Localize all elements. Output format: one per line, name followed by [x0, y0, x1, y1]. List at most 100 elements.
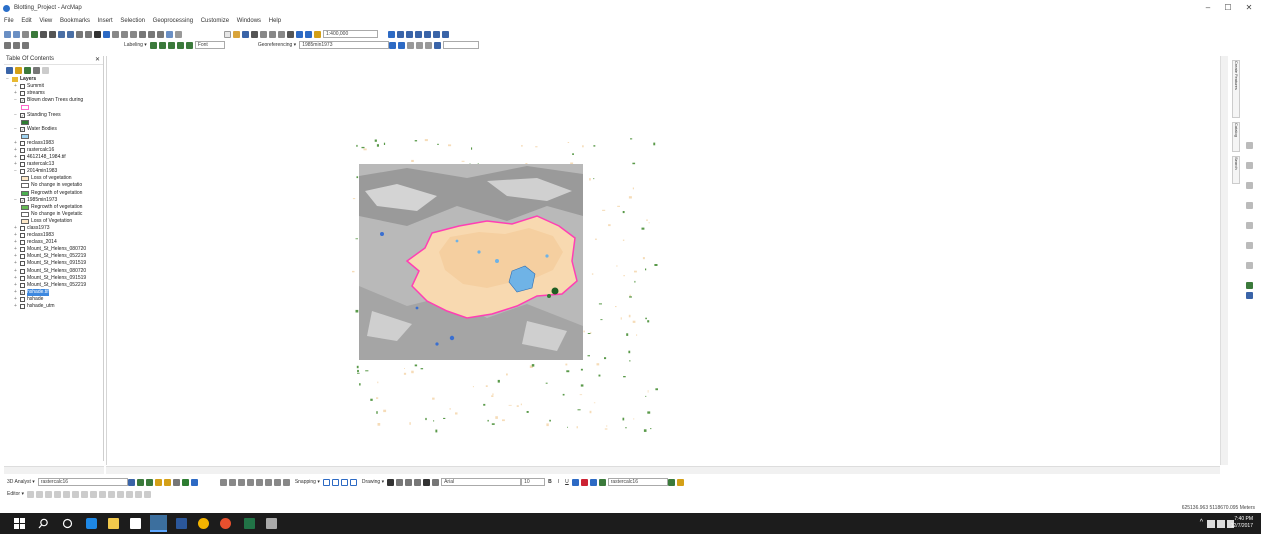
trace-icon[interactable] — [62, 490, 70, 498]
lock-labels-icon[interactable] — [176, 41, 184, 49]
layer-visibility-checkbox[interactable]: ✓ — [20, 197, 25, 203]
arcglobe-icon[interactable] — [190, 478, 198, 486]
layer-visibility-checkbox[interactable]: ✓ — [20, 289, 25, 295]
model-builder-icon[interactable] — [442, 30, 449, 38]
edit-vertices-icon[interactable] — [432, 478, 440, 486]
legend-class-row[interactable]: No change in vegetatio — [4, 182, 103, 189]
text-tool-icon[interactable] — [423, 478, 431, 486]
menu-help[interactable]: Help — [269, 18, 281, 24]
undo-icon[interactable] — [296, 30, 303, 38]
expand-icon[interactable]: + — [13, 83, 18, 90]
layer-row[interactable]: − ✓ Standing Trees — [4, 111, 103, 118]
grid-tool-icon-8[interactable] — [282, 478, 290, 486]
legend-class-row[interactable]: Loss of vegetation — [4, 175, 103, 182]
legend-class-row[interactable] — [4, 133, 103, 140]
menu-view[interactable]: View — [39, 18, 52, 24]
profile-graph-icon[interactable] — [172, 478, 180, 486]
layer-visibility-checkbox[interactable] — [20, 261, 25, 267]
layer-visibility-checkbox[interactable] — [20, 275, 25, 281]
add-control-points-icon[interactable] — [407, 41, 415, 49]
end-point-arc-icon[interactable] — [53, 490, 61, 498]
find-icon[interactable] — [139, 30, 146, 38]
catalog-tab[interactable]: Catalog — [1232, 122, 1240, 152]
select-elements-drawing-icon[interactable] — [387, 478, 395, 486]
layer-row[interactable]: + Summit — [4, 83, 103, 90]
python-window-icon[interactable] — [433, 30, 440, 38]
reshape-icon[interactable] — [89, 490, 97, 498]
layout-pan-icon[interactable] — [22, 41, 29, 49]
layer-visibility-checkbox[interactable] — [20, 226, 25, 232]
fixed-zoom-in-icon[interactable] — [40, 30, 47, 38]
excel-icon[interactable] — [244, 518, 255, 529]
map-vertical-scrollbar[interactable] — [1220, 56, 1228, 465]
layer-row[interactable]: + rastercalc13 — [4, 161, 103, 168]
measure-icon[interactable] — [130, 30, 137, 38]
expand-icon[interactable]: + — [13, 154, 18, 161]
layer-visibility-checkbox[interactable]: ✓ — [20, 112, 25, 118]
layer-row[interactable]: − ✓ Water Bodies — [4, 126, 103, 133]
layer-visibility-checkbox[interactable] — [20, 282, 25, 288]
point-icon[interactable] — [71, 490, 79, 498]
menu-bookmarks[interactable]: Bookmarks — [60, 18, 90, 24]
fixed-zoom-out-icon[interactable] — [49, 30, 56, 38]
layer-row[interactable]: + ✓ hshade.tif — [4, 288, 103, 296]
snapping-menu[interactable]: Snapping ▾ — [295, 479, 320, 485]
layer-row[interactable]: + reclass1983 — [4, 140, 103, 147]
layer-visibility-checkbox[interactable]: ✓ — [20, 126, 25, 132]
new-document-icon[interactable] — [224, 30, 231, 38]
layer-row[interactable]: + reclass_2014 — [4, 239, 103, 246]
collapse-icon[interactable]: − — [13, 168, 18, 175]
point-snapping-icon[interactable] — [322, 478, 330, 486]
layer-visibility-checkbox[interactable] — [20, 233, 25, 239]
georeferencing-menu[interactable]: Georeferencing ▾ — [258, 42, 296, 48]
clock[interactable]: 7:40 PM 12/7/2017 — [1231, 516, 1253, 530]
steepest-path-icon[interactable] — [136, 478, 144, 486]
split-icon[interactable] — [107, 490, 115, 498]
grid-tool-icon-1[interactable] — [219, 478, 227, 486]
volume-icon[interactable] — [1217, 520, 1225, 528]
layer-row[interactable]: + Mount_St_Helens_091519 — [4, 275, 103, 282]
identify-icon[interactable] — [103, 30, 110, 38]
map-horizontal-scrollbar[interactable] — [106, 466, 1220, 474]
rectangle-tool-icon[interactable] — [414, 478, 422, 486]
dock-tool-icon-4[interactable] — [1246, 202, 1253, 209]
layer-row[interactable]: + Mount_St_Helens_052219 — [4, 282, 103, 289]
layer-visibility-checkbox[interactable] — [20, 304, 25, 310]
open-icon[interactable] — [233, 30, 240, 38]
layer-visibility-checkbox[interactable] — [20, 162, 25, 168]
search-icon[interactable] — [38, 518, 49, 529]
cortana-icon[interactable] — [62, 518, 73, 529]
cut-icon[interactable] — [260, 30, 267, 38]
layer-row[interactable]: − ✓ 1985min1973 — [4, 197, 103, 204]
word-icon[interactable] — [176, 518, 187, 529]
list-by-selection-icon[interactable] — [33, 66, 40, 74]
layer-visibility-checkbox[interactable] — [20, 247, 25, 253]
find-route-icon[interactable] — [148, 30, 155, 38]
contour-icon[interactable] — [127, 478, 135, 486]
view-link-table-icon[interactable] — [416, 41, 424, 49]
layer-row[interactable]: + Mount_St_Helens_080720 — [4, 268, 103, 275]
expand-icon[interactable]: + — [13, 140, 18, 147]
select-elements-icon[interactable] — [94, 30, 101, 38]
fill-color-icon[interactable] — [580, 478, 588, 486]
layer-visibility-checkbox[interactable] — [20, 140, 25, 146]
effects-layer-select[interactable]: rastercalc16 — [607, 478, 668, 486]
edge-snapping-icon[interactable] — [349, 478, 357, 486]
font-color-icon[interactable] — [571, 478, 579, 486]
zoom-in-icon[interactable] — [4, 30, 11, 38]
expand-icon[interactable]: + — [13, 268, 18, 275]
minimize-button[interactable]: – — [1198, 3, 1218, 15]
dock-tool-icon-8[interactable] — [1246, 282, 1253, 289]
label-priority-icon[interactable] — [158, 41, 166, 49]
line-color-icon[interactable] — [589, 478, 597, 486]
layer-visibility-checkbox[interactable] — [20, 155, 25, 161]
expand-icon[interactable]: + — [13, 90, 18, 97]
map-view[interactable] — [106, 56, 1220, 465]
font-select[interactable]: Arial — [441, 478, 522, 486]
italic-button[interactable]: I — [558, 479, 559, 485]
file-explorer-icon[interactable] — [108, 518, 119, 529]
layer-row[interactable]: + Mount_St_Helens_052219 — [4, 253, 103, 260]
map-scale-field[interactable]: 1:400,000 — [323, 30, 378, 38]
save-icon[interactable] — [242, 30, 249, 38]
menu-edit[interactable]: Edit — [21, 18, 31, 24]
